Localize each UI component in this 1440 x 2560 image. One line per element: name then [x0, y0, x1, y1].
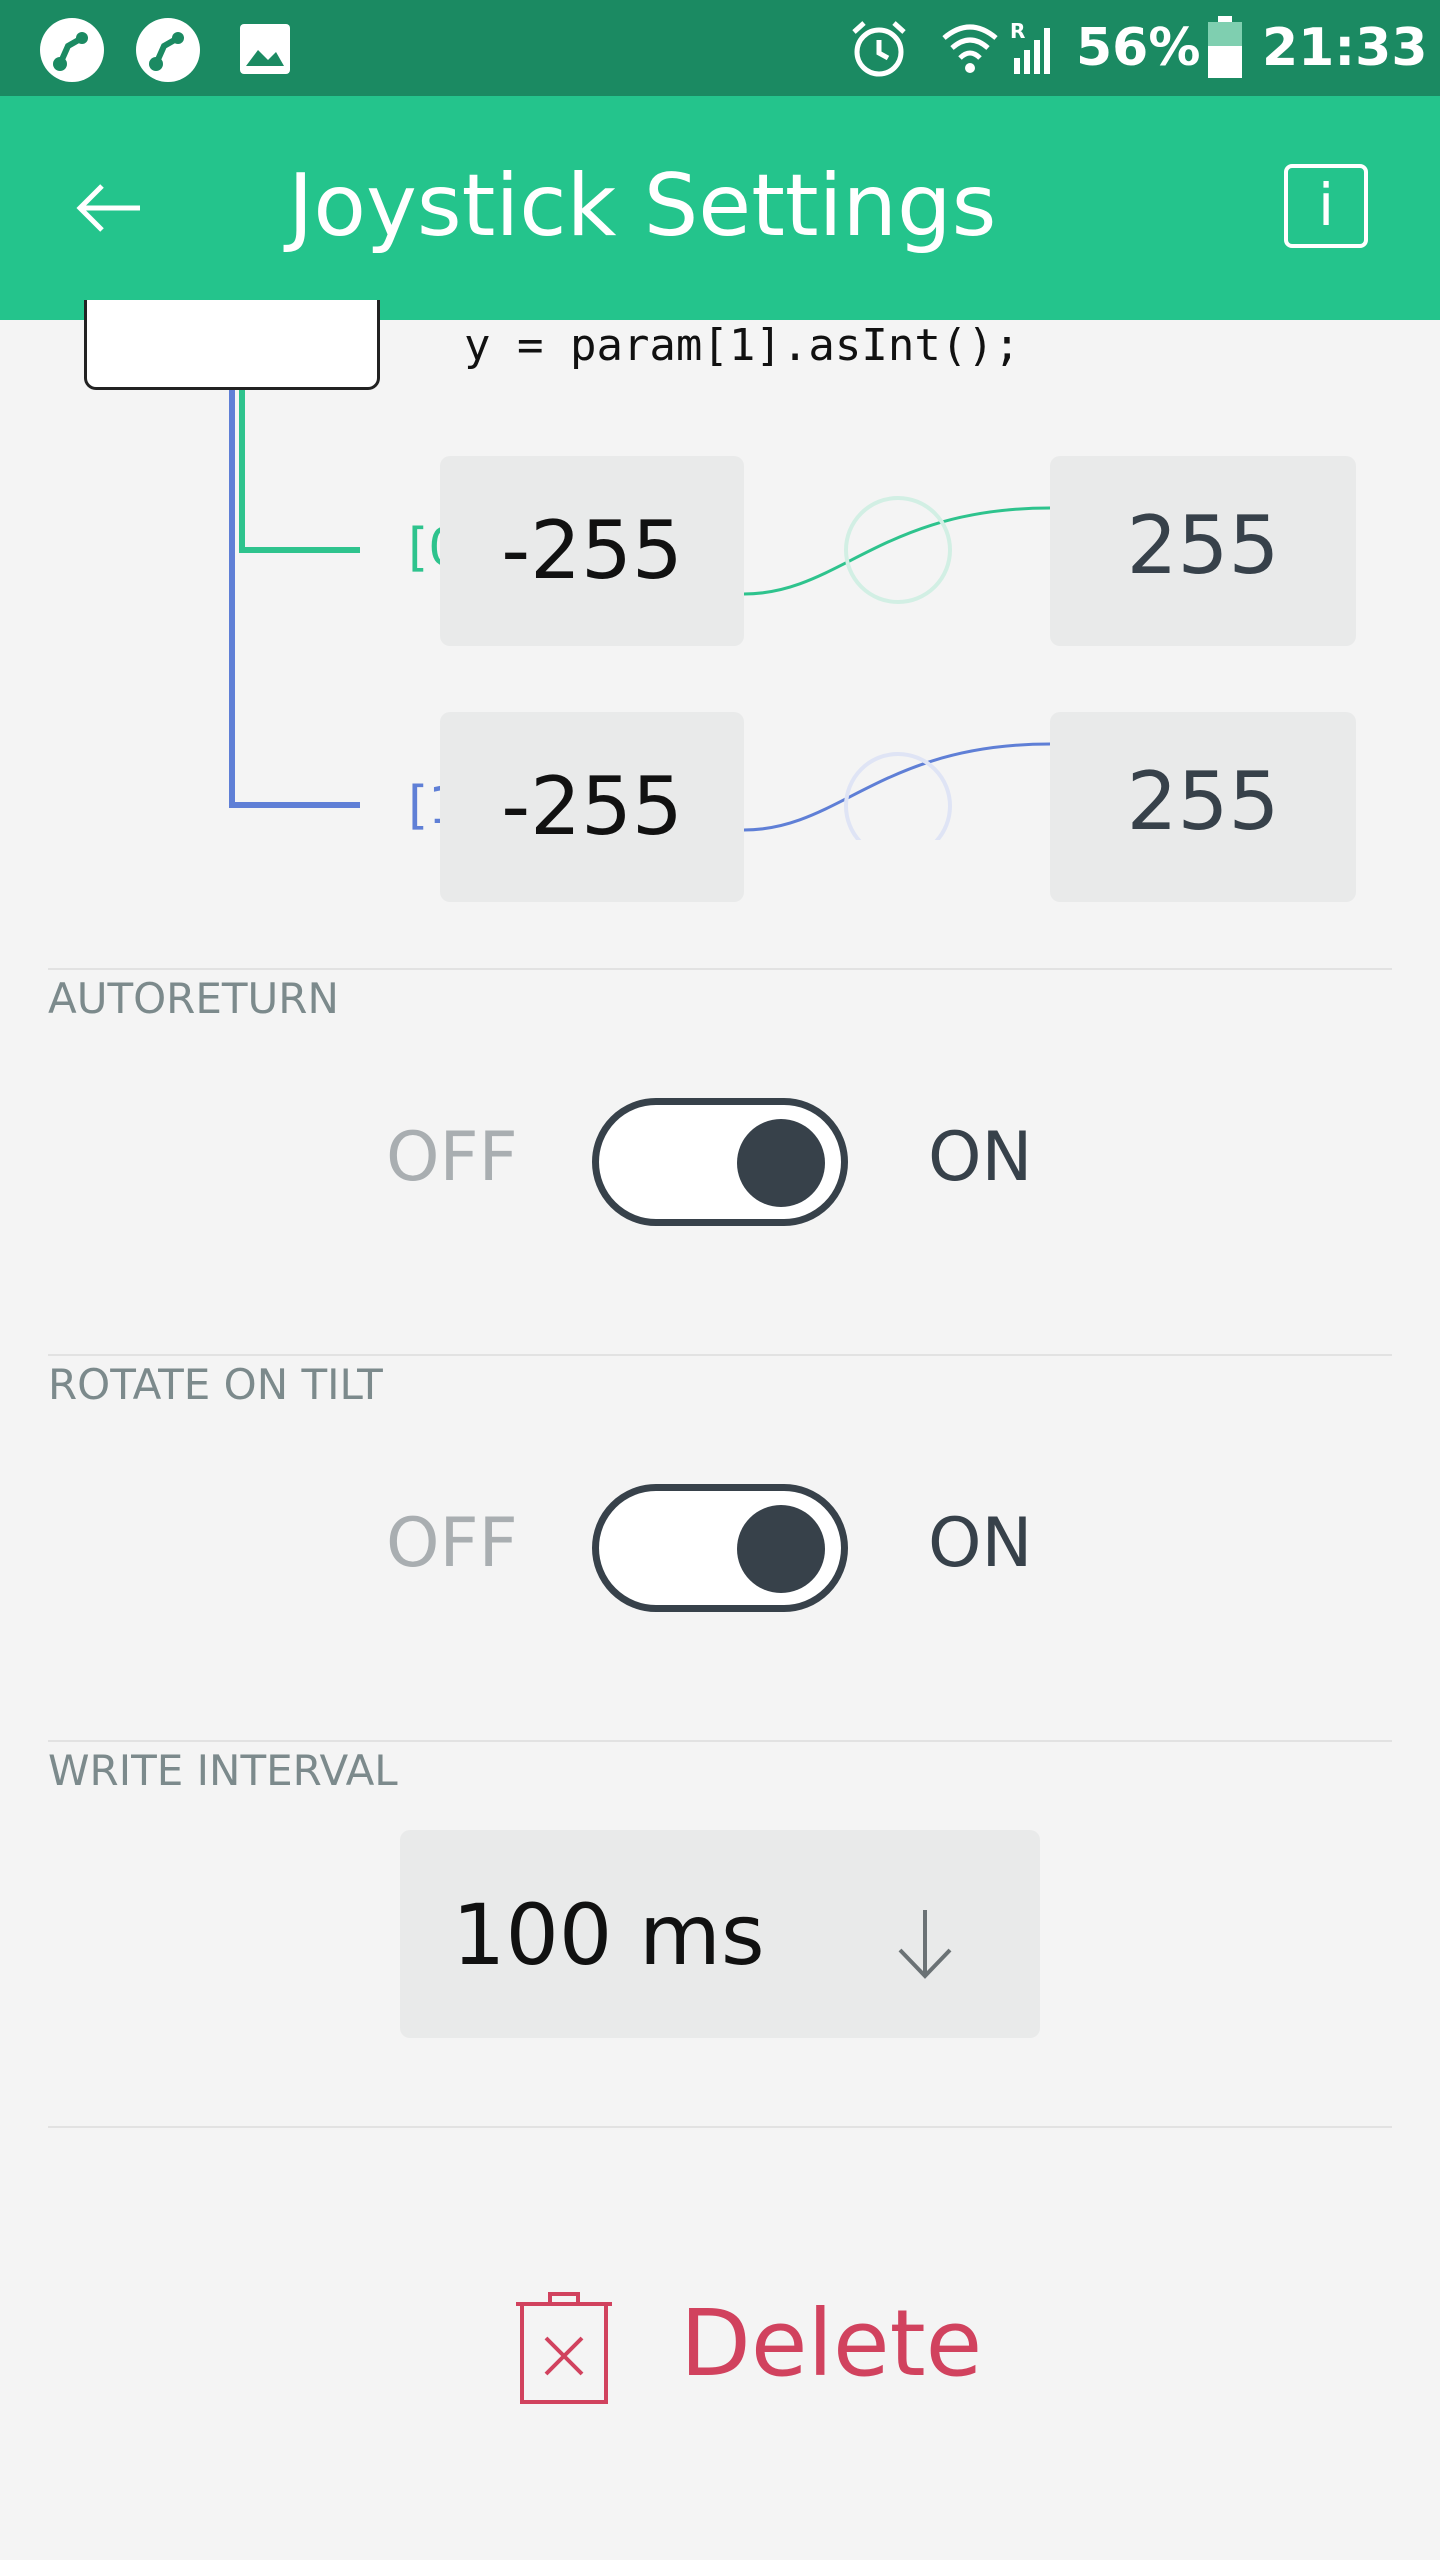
battery-icon [1208, 16, 1242, 78]
app-bar: Joystick Settings i [0, 96, 1440, 320]
write-interval-value: 100 ms [452, 1886, 765, 1984]
rotate-on-tilt-label: ROTATE ON TILT [48, 1360, 383, 1409]
trash-icon [516, 2292, 612, 2404]
arrow-down-icon [898, 1910, 952, 1979]
battery-percentage: 56% [1076, 18, 1201, 78]
divider [48, 1354, 1392, 1356]
page-title: Joystick Settings [288, 156, 997, 256]
rotate-on-tilt-switch-row: OFF ON [0, 1484, 1440, 1614]
rotate-on-tilt-toggle[interactable] [592, 1484, 848, 1612]
rotate-on-tilt-off-label[interactable]: OFF [386, 1504, 518, 1583]
delete-button[interactable]: Delete [514, 2280, 982, 2410]
divider [48, 968, 1392, 970]
rotate-on-tilt-on-label[interactable]: ON [928, 1504, 1032, 1583]
code-snippet: y = param[1].asInt(); [464, 320, 1021, 371]
divider [48, 1740, 1392, 1742]
blynk-app-icon [40, 18, 104, 82]
wifi-icon [942, 24, 998, 73]
divider [48, 2126, 1392, 2128]
write-interval-dropdown[interactable]: 100 ms [400, 1830, 1040, 2038]
back-arrow-icon[interactable] [70, 168, 150, 248]
pin-selector-box[interactable] [84, 300, 380, 390]
autoreturn-off-label[interactable]: OFF [386, 1118, 518, 1197]
autoreturn-label: AUTORETURN [48, 974, 339, 1023]
autoreturn-toggle[interactable] [592, 1098, 848, 1226]
toggle-knob [737, 1119, 825, 1207]
status-bar: R 56% 21:33 [0, 0, 1440, 96]
cellular-signal-icon: R [1010, 19, 1050, 74]
svg-text:R: R [1010, 19, 1025, 43]
max-value-input-1[interactable]: 255 [1050, 712, 1356, 902]
delete-label: Delete [680, 2290, 983, 2397]
blynk-app-icon [136, 18, 200, 82]
toggle-knob [737, 1505, 825, 1593]
max-value-input-0[interactable]: 255 [1050, 456, 1356, 646]
image-icon [240, 24, 290, 74]
alarm-icon [852, 21, 906, 77]
autoreturn-on-label[interactable]: ON [928, 1118, 1032, 1197]
info-button[interactable]: i [1284, 164, 1368, 248]
min-value-input-1[interactable]: -255 [440, 712, 744, 902]
min-value-input-0[interactable]: -255 [440, 456, 744, 646]
autoreturn-switch-row: OFF ON [0, 1098, 1440, 1228]
write-interval-label: WRITE INTERVAL [48, 1746, 398, 1795]
clock: 21:33 [1262, 18, 1428, 78]
